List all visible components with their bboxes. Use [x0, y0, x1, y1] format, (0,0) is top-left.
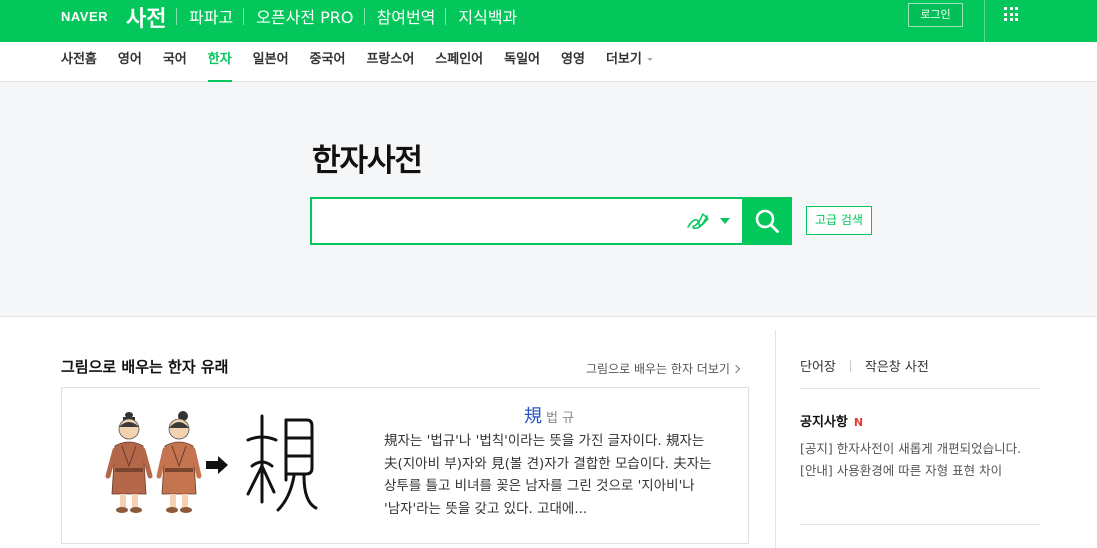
hanja-description: 規자는 '법규'나 '법칙'이라는 뜻을 가진 글자이다. 規자는 夫(지아비 … [384, 433, 712, 517]
search-input[interactable] [312, 199, 788, 243]
nav-divider [363, 7, 365, 25]
nav-papago[interactable]: 파파고 [189, 4, 233, 28]
language-nav: 사전홈 영어 국어 한자 일본어 중국어 프랑스어 스페인어 독일어 영영 더보… [0, 42, 1097, 82]
learn-more-label: 그림으로 배우는 한자 더보기 [586, 362, 730, 376]
hanja-origin-illustration [105, 411, 318, 513]
side-links: 단어장 작은창 사전 [800, 356, 929, 375]
tab-japanese[interactable]: 일본어 [253, 42, 289, 82]
mini-dictionary-link[interactable]: 작은창 사전 [865, 356, 929, 375]
search-icon [755, 209, 779, 233]
tab-korean[interactable]: 국어 [163, 42, 187, 82]
side-divider [800, 388, 1040, 389]
hanja-origin-card[interactable]: 規 법 규 規자는 '법규'나 '법칙'이라는 뜻을 가진 글자이다. 規자는 夫… [61, 387, 749, 544]
tab-chinese[interactable]: 중국어 [310, 42, 346, 82]
learn-section-title: 그림으로 배우는 한자 유래 [61, 358, 229, 376]
top-bar: NAVER 사전 파파고 오픈사전 PRO 참여번역 지식백과 로그인 [0, 0, 1097, 42]
search-hero: 한자사전 고급 검색 [0, 82, 1097, 317]
notice-item[interactable]: [공지] 한자사전이 새롭게 개편되었습니다. [800, 438, 1040, 460]
nav-knowledge-encyclopedia[interactable]: 지식백과 [458, 4, 517, 28]
login-button[interactable]: 로그인 [908, 3, 963, 27]
nav-divider [243, 7, 245, 25]
notice-title[interactable]: 공지사항 N [800, 411, 863, 430]
tab-more[interactable]: 더보기 [606, 42, 653, 82]
tab-spanish[interactable]: 스페인어 [435, 42, 483, 82]
handwriting-icon[interactable] [685, 210, 711, 232]
tab-german[interactable]: 독일어 [504, 42, 540, 82]
wordbook-link[interactable]: 단어장 [800, 356, 836, 375]
chevron-right-icon [731, 364, 741, 373]
side-divider [800, 524, 1040, 525]
search-button[interactable] [742, 197, 792, 245]
top-nav: 파파고 오픈사전 PRO 참여번역 지식백과 [176, 4, 527, 28]
search-box [310, 197, 792, 245]
column-divider [775, 330, 776, 548]
tab-more-label: 더보기 [605, 52, 642, 67]
hanja-character: 規 [524, 406, 542, 427]
nav-divider [445, 7, 447, 25]
tab-english[interactable]: 영어 [118, 42, 142, 82]
hanja-reading: 법 규 [546, 411, 575, 426]
learn-more-link[interactable]: 그림으로 배우는 한자 더보기 [586, 360, 741, 377]
nav-divider [176, 7, 177, 25]
naver-logo[interactable]: NAVER [61, 9, 108, 24]
link-divider [849, 359, 851, 372]
notice-item[interactable]: [안내] 사용환경에 따른 자형 표현 차이 [800, 460, 1040, 482]
hanja-heading[interactable]: 規법 규 [524, 402, 574, 428]
new-badge: N [853, 416, 864, 429]
nav-open-dict-pro[interactable]: 오픈사전 PRO [256, 4, 353, 28]
dictionary-service-title[interactable]: 사전 [126, 1, 166, 33]
nav-participation-translation[interactable]: 참여번역 [377, 4, 436, 28]
tab-dictionary-home[interactable]: 사전홈 [61, 42, 97, 82]
grid-icon[interactable] [1004, 7, 1018, 21]
tab-french[interactable]: 프랑스어 [366, 42, 414, 82]
input-tool-dropdown-icon[interactable] [720, 218, 730, 224]
tab-hanja[interactable]: 한자 [207, 42, 232, 82]
page-title: 한자사전 [312, 143, 423, 179]
notice-list: [공지] 한자사전이 새롭게 개편되었습니다. [안내] 사용환경에 따른 자형… [800, 438, 1040, 482]
tab-english-english[interactable]: 영영 [561, 42, 585, 82]
caret-down-icon [646, 58, 653, 61]
notice-title-label: 공지사항 [800, 415, 848, 430]
advanced-search-button[interactable]: 고급 검색 [806, 206, 872, 235]
header-divider [984, 0, 985, 42]
